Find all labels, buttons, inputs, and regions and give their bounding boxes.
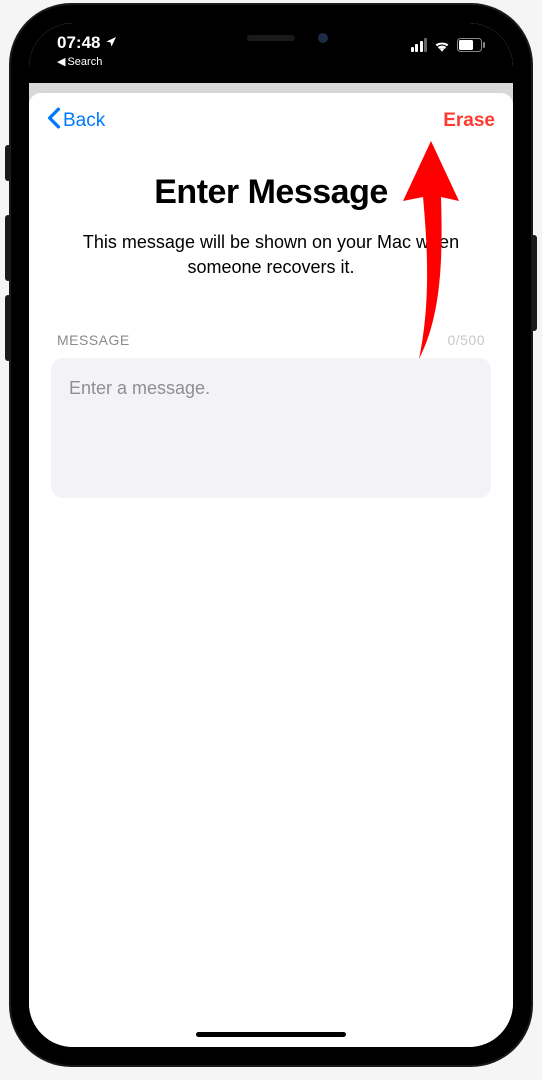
breadcrumb-search[interactable]: ◀ Search [57,55,102,68]
power-button [531,235,537,331]
back-label: Back [63,110,105,132]
screen: 07:48 ◀ Search [29,23,513,1047]
notch [166,23,376,53]
volume-down-button [5,295,11,361]
page-title: Enter Message [51,173,491,212]
chevron-left-icon [47,107,61,135]
signal-icon [411,38,428,52]
location-icon [105,33,117,53]
mute-switch [5,145,11,181]
content-header: Enter Message This message will be shown… [29,149,513,280]
breadcrumb-label: Search [67,56,102,68]
message-input[interactable] [51,358,491,498]
modal-sheet: Back Erase Enter Message This message wi… [29,93,513,1047]
chevron-left-icon: ◀ [57,55,65,68]
back-button[interactable]: Back [47,107,105,135]
message-label: MESSAGE [57,332,130,348]
home-indicator[interactable] [196,1032,346,1037]
volume-up-button [5,215,11,281]
nav-bar: Back Erase [29,93,513,149]
message-form: MESSAGE 0/500 [29,280,513,503]
wifi-icon [433,38,451,52]
char-counter: 0/500 [447,332,485,348]
time-label: 07:48 [57,33,100,53]
page-subtitle: This message will be shown on your Mac w… [51,230,491,280]
erase-button[interactable]: Erase [443,110,495,132]
battery-icon [457,38,485,52]
status-time: 07:48 [57,33,117,53]
phone-frame: 07:48 ◀ Search [11,5,531,1065]
